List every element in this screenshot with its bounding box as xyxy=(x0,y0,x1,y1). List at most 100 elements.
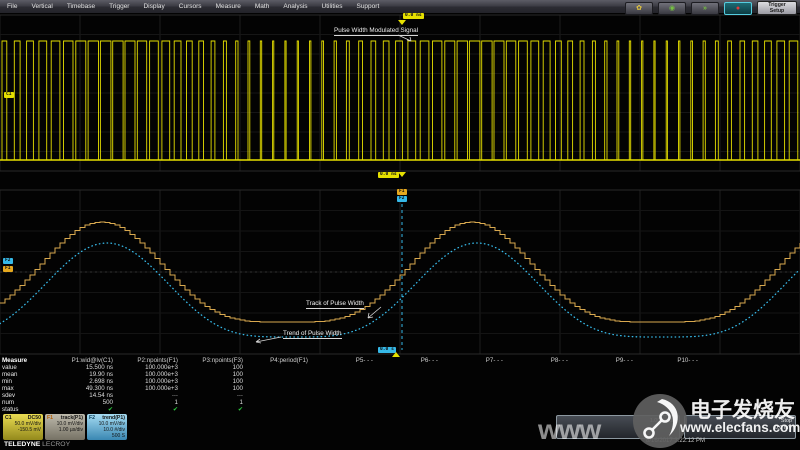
measure-col-header-p6[interactable]: P6- - - xyxy=(383,357,448,364)
measure-row-label-measure: Measure xyxy=(2,357,58,364)
measure-cell xyxy=(318,364,383,371)
measure-col-header-p2[interactable]: P2:npoints(F1) xyxy=(123,357,188,364)
menu-item-trigger[interactable]: Trigger xyxy=(102,0,136,13)
f2-label: F2 xyxy=(89,415,95,421)
measure-row-label-status: status xyxy=(2,406,58,413)
mid-trigger-marker-icon[interactable] xyxy=(398,172,406,177)
f2-marker-badge[interactable]: F2 xyxy=(397,196,407,202)
mid-time-badge[interactable]: 0.0 ns xyxy=(378,172,399,178)
low-trigger-marker-icon[interactable] xyxy=(392,352,400,357)
f2-trace-badge[interactable]: F2 xyxy=(3,258,13,264)
measure-cell xyxy=(448,378,513,385)
measure-cell xyxy=(318,385,383,392)
measure-cell: ✔ xyxy=(123,406,188,413)
measure-cell: 15.500 ns xyxy=(58,364,123,371)
measure-col-header-p10[interactable]: P10- - - xyxy=(643,357,708,364)
measure-cell xyxy=(513,371,578,378)
toolbar: ✿ ◉ » ● Trigger Setup xyxy=(625,1,797,15)
trigger-box[interactable]: Stop 0.0 mV xyxy=(684,415,796,439)
f1-descriptor-box[interactable]: F1 track(P1) 10.0 mV/div 1.00 µs/div xyxy=(45,414,85,440)
menu-item-display[interactable]: Display xyxy=(136,0,171,13)
measure-row-label-num: num xyxy=(2,399,58,406)
toolbar-button-1[interactable]: ✿ xyxy=(625,2,653,15)
measure-cell: 100.000e+3 xyxy=(123,378,188,385)
menu-item-cursors[interactable]: Cursors xyxy=(172,0,209,13)
menu-item-utilities[interactable]: Utilities xyxy=(315,0,350,13)
c1-offset: -150.5 mV xyxy=(5,427,41,433)
trigger-time-badge[interactable]: 0.0 ns xyxy=(403,13,424,19)
measure-cell: 100 xyxy=(188,371,253,378)
measure-col-header-p1[interactable]: P1:wid@lv(C1) xyxy=(58,357,123,364)
measure-cell xyxy=(513,385,578,392)
datetime-label: 8/16/2017 3:22:12 PM xyxy=(646,438,705,444)
toolbar-button-3[interactable]: » xyxy=(691,2,719,15)
menu-item-timebase[interactable]: Timebase xyxy=(60,0,102,13)
measure-cell: ✔ xyxy=(188,406,253,413)
measure-cell xyxy=(383,385,448,392)
menu-item-support[interactable]: Support xyxy=(349,0,386,13)
f1-hdiv: 1.00 µs/div xyxy=(47,427,83,433)
measure-cell xyxy=(643,406,708,413)
measure-col-header-p8[interactable]: P8- - - xyxy=(513,357,578,364)
measure-cell xyxy=(578,385,643,392)
trend-annotation: Trend of Pulse Width xyxy=(283,330,342,339)
menu-item-analysis[interactable]: Analysis xyxy=(276,0,314,13)
measure-col-header-p5[interactable]: P5- - - xyxy=(318,357,383,364)
record-button[interactable]: ● xyxy=(724,2,752,15)
measure-row-label-max: max xyxy=(2,385,58,392)
f1-trace-badge[interactable]: F1 xyxy=(3,266,13,272)
f2-samples: 500 S xyxy=(89,433,125,439)
trigger-setup-button[interactable]: Trigger Setup xyxy=(757,1,797,15)
measure-cell xyxy=(383,364,448,371)
measure-col-header-p4[interactable]: P4:period(F1) xyxy=(253,357,318,364)
measure-cell xyxy=(643,392,708,399)
flower-icon: ✿ xyxy=(636,5,642,12)
measure-cell xyxy=(318,371,383,378)
measure-cell xyxy=(578,406,643,413)
brand-logo: TELEDYNE LECROY xyxy=(4,441,70,448)
timebase-box[interactable]: 1.00 µs/div xyxy=(556,415,680,439)
menu-item-measure[interactable]: Measure xyxy=(209,0,248,13)
measure-cell: ✔ xyxy=(58,406,123,413)
menu-items: FileVerticalTimebaseTriggerDisplayCursor… xyxy=(0,0,386,13)
measure-cell: 100.000e+3 xyxy=(123,364,188,371)
measure-row-label-mean: mean xyxy=(2,371,58,378)
measure-cell xyxy=(253,406,318,413)
track-annotation: Track of Pulse Width xyxy=(306,300,364,309)
measure-cell xyxy=(513,399,578,406)
menu-item-file[interactable]: File xyxy=(0,0,24,13)
measure-cell xyxy=(383,392,448,399)
measure-cell xyxy=(578,399,643,406)
measure-cell xyxy=(643,385,708,392)
measure-col-header-p3[interactable]: P3:npoints(F3) xyxy=(188,357,253,364)
measure-cell: 500 xyxy=(58,399,123,406)
measure-cell xyxy=(643,399,708,406)
measure-row-label-value: value xyxy=(2,364,58,371)
c1-trace-badge[interactable]: C1 xyxy=(4,92,14,98)
menu-item-vertical[interactable]: Vertical xyxy=(24,0,59,13)
measure-cell xyxy=(383,378,448,385)
measure-cell: 100 xyxy=(188,364,253,371)
measure-col-header-p7[interactable]: P7- - - xyxy=(448,357,513,364)
measure-cell xyxy=(383,399,448,406)
record-icon: ● xyxy=(736,5,740,12)
trigger-status: Stop xyxy=(688,418,792,425)
measure-table: MeasureP1:wid@lv(C1)P2:npoints(F1)P3:npo… xyxy=(2,357,708,413)
measure-cell xyxy=(643,378,708,385)
f2-descriptor-box[interactable]: F2 trend(P1) 10.0 mV/div 10.0 #/div 500 … xyxy=(87,414,127,440)
measure-cell: --- xyxy=(123,392,188,399)
f1-marker-badge[interactable]: F1 xyxy=(397,189,407,195)
measure-cell: 100 xyxy=(188,378,253,385)
menu-item-math[interactable]: Math xyxy=(248,0,276,13)
pwm-waveform-grid xyxy=(0,13,800,173)
measure-cell xyxy=(513,406,578,413)
measure-col-header-p9[interactable]: P9- - - xyxy=(578,357,643,364)
measure-cell: 100.000e+3 xyxy=(123,371,188,378)
trigger-setup-label-2: Setup xyxy=(770,8,784,14)
measure-cell xyxy=(513,392,578,399)
c1-label: C1 xyxy=(5,415,12,421)
c1-descriptor-box[interactable]: C1 DC50 50.0 mV/div -150.5 mV xyxy=(3,414,43,440)
trigger-marker-icon[interactable] xyxy=(398,20,406,25)
measure-cell: 100 xyxy=(188,385,253,392)
toolbar-button-2[interactable]: ◉ xyxy=(658,2,686,15)
